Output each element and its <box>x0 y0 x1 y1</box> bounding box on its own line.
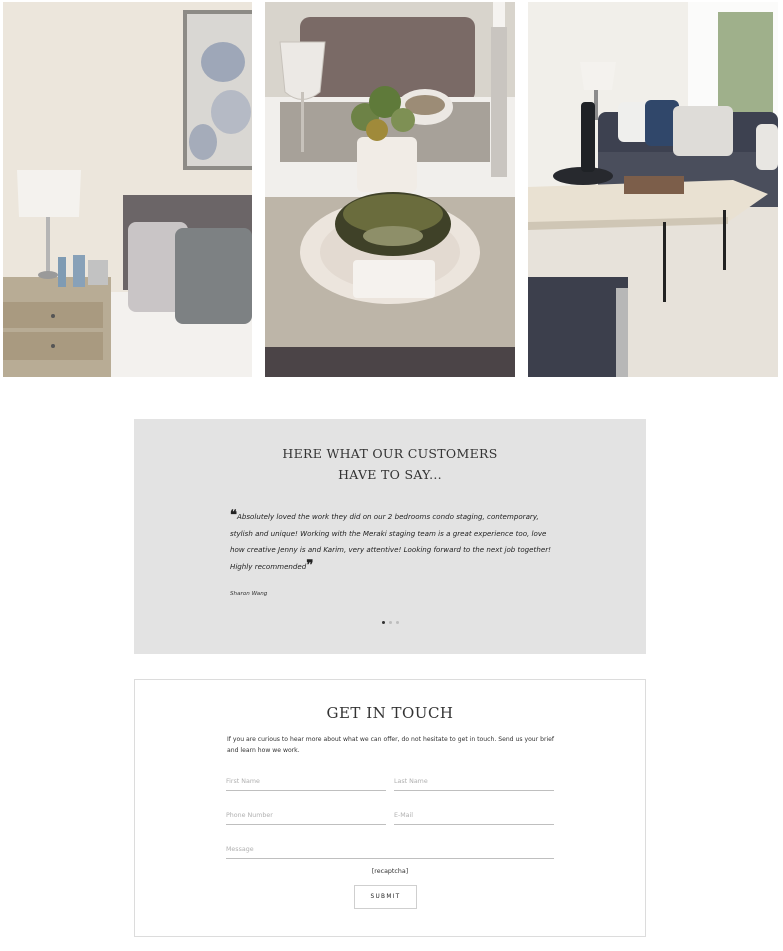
carousel-dots <box>134 621 646 624</box>
recaptcha-placeholder: [recaptcha] <box>371 868 409 875</box>
testimonial-quote: ❝Absolutely loved the work they did on o… <box>230 509 552 575</box>
carousel-dot-1[interactable] <box>381 621 385 624</box>
contact-intro: If you are curious to hear more about wh… <box>227 736 555 754</box>
phone-number-field[interactable] <box>226 806 386 825</box>
testimonials-heading-line1: HERE WHAT OUR CUSTOMERS <box>282 446 498 461</box>
last-name-field[interactable] <box>394 772 554 791</box>
gallery-image-bedroom <box>3 2 252 377</box>
testimonials-heading-line2: HAVE TO SAY... <box>338 467 442 482</box>
close-quote-icon: ❞ <box>306 557 314 573</box>
gallery-image-living-room <box>528 2 778 377</box>
carousel-dot-2[interactable] <box>388 621 392 624</box>
email-field[interactable] <box>394 806 554 825</box>
testimonials-heading: HERE WHAT OUR CUSTOMERS HAVE TO SAY... <box>134 443 646 485</box>
submit-button[interactable]: SUBMIT <box>354 885 417 909</box>
testimonials-section: HERE WHAT OUR CUSTOMERS HAVE TO SAY... ❝… <box>134 419 646 654</box>
testimonial-text: Absolutely loved the work they did on ou… <box>230 512 551 571</box>
carousel-dot-3[interactable] <box>395 621 399 624</box>
open-quote-icon: ❝ <box>230 508 237 523</box>
contact-section: GET IN TOUCH If you are curious to hear … <box>134 679 646 937</box>
testimonial-author: Sharon Wang <box>230 591 268 597</box>
gallery-image-dining <box>265 2 515 377</box>
first-name-field[interactable] <box>226 772 386 791</box>
message-field[interactable] <box>226 840 554 859</box>
contact-heading: GET IN TOUCH <box>326 704 454 722</box>
